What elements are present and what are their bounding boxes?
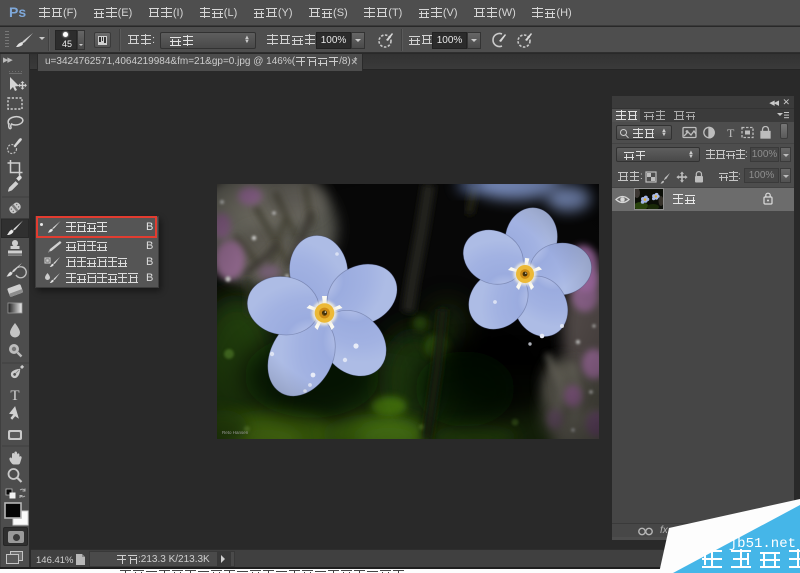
svg-text:Reto Hansen: Reto Hansen — [222, 430, 249, 435]
svg-text:T: T — [727, 126, 735, 140]
